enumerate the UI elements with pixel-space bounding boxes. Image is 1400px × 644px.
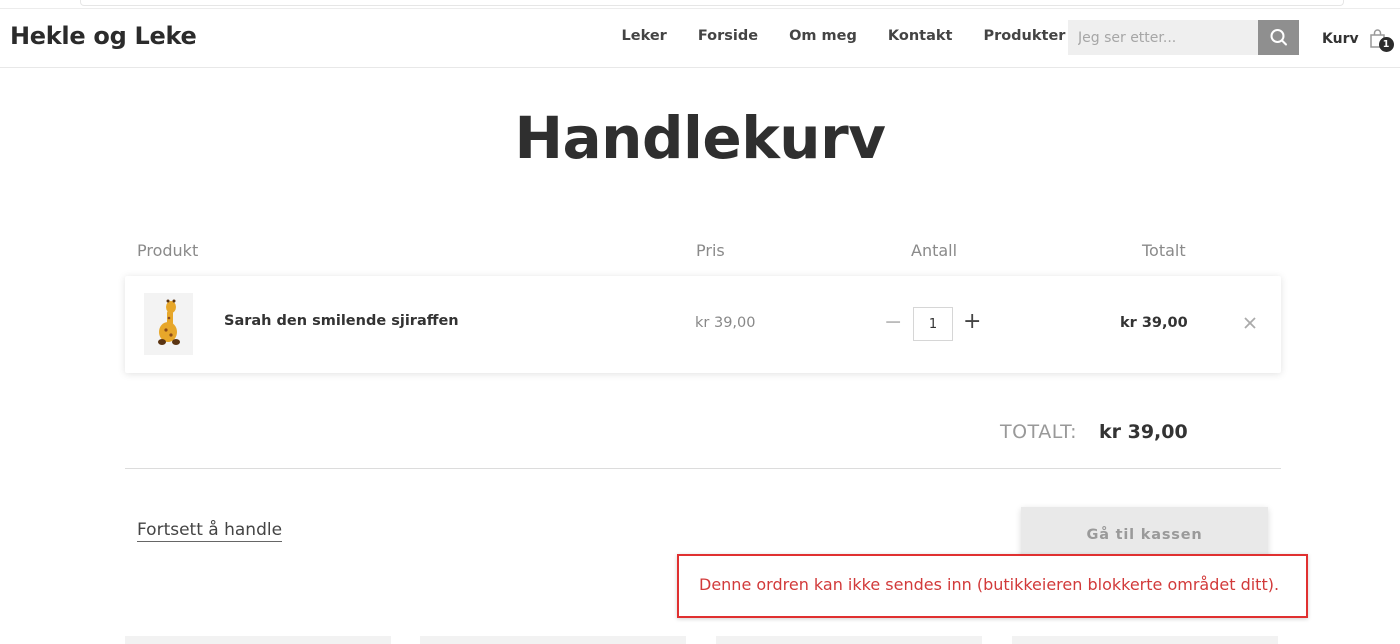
- column-header-total: Totalt: [1142, 241, 1186, 260]
- continue-shopping-link[interactable]: Fortsett å handle: [137, 520, 283, 542]
- column-header-price: Pris: [696, 241, 725, 260]
- column-header-product: Produkt: [137, 241, 199, 260]
- product-teaser-card[interactable]: [125, 636, 391, 644]
- cart-total-value: kr 39,00: [1099, 421, 1188, 443]
- site-logo[interactable]: Hekle og Leke: [10, 22, 197, 50]
- search-icon: [1270, 29, 1287, 46]
- shopping-bag-icon: 1: [1369, 29, 1394, 52]
- error-message-box: Denne ordren kan ikke sendes inn (butikk…: [677, 554, 1308, 618]
- nav-item-om-meg[interactable]: Om meg: [789, 28, 857, 44]
- nav-item-leker[interactable]: Leker: [622, 28, 667, 44]
- cart-item-row: Sarah den smilende sjiraffen kr 39,00 − …: [125, 276, 1281, 373]
- quantity-increase-button[interactable]: +: [963, 309, 981, 334]
- column-header-quantity: Antall: [911, 241, 958, 260]
- nav-item-forside[interactable]: Forside: [698, 28, 758, 44]
- cart-link[interactable]: Kurv 1: [1322, 29, 1394, 52]
- quantity-input[interactable]: [913, 307, 953, 341]
- quantity-decrease-button[interactable]: −: [884, 310, 902, 335]
- error-message: Denne ordren kan ikke sendes inn (butikk…: [699, 575, 1280, 594]
- divider: [125, 468, 1281, 469]
- main-nav: Leker Forside Om meg Kontakt Produkter: [606, 28, 1081, 44]
- site-header: Hekle og Leke Leker Forside Om meg Konta…: [0, 8, 1400, 68]
- product-thumbnail[interactable]: [144, 293, 193, 355]
- product-name-link[interactable]: Sarah den smilende sjiraffen: [224, 313, 459, 329]
- product-line-total: kr 39,00: [1120, 315, 1188, 331]
- browser-top-strip: [80, 0, 1344, 6]
- nav-item-kontakt[interactable]: Kontakt: [888, 28, 953, 44]
- nav-item-produkter[interactable]: Produkter: [983, 28, 1065, 44]
- close-icon: [1244, 317, 1256, 329]
- product-teaser-card[interactable]: [420, 636, 686, 644]
- giraffe-toy-image: [158, 299, 180, 345]
- remove-item-button[interactable]: [1243, 313, 1257, 333]
- product-teaser-card[interactable]: [716, 636, 982, 644]
- product-price: kr 39,00: [695, 315, 756, 331]
- search-input[interactable]: [1068, 20, 1258, 55]
- search-form: [1068, 20, 1299, 55]
- cart-count-badge: 1: [1378, 37, 1394, 52]
- product-teaser-card[interactable]: [1012, 636, 1278, 644]
- cart-label: Kurv: [1322, 31, 1359, 47]
- cart-total-label: TOTALT:: [1000, 421, 1078, 443]
- page-title: Handlekurv: [514, 104, 886, 172]
- search-button[interactable]: [1258, 20, 1299, 55]
